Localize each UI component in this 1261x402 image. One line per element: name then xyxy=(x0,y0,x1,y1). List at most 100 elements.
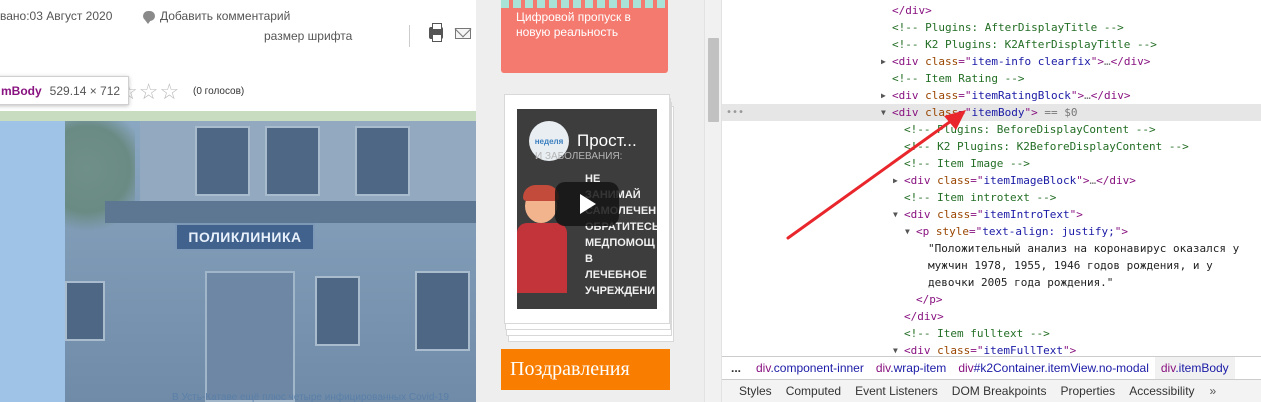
expand-toggle-icon[interactable]: ▶ xyxy=(881,53,891,70)
dom-node[interactable]: <!-- Item introtext --> xyxy=(722,189,1261,206)
node-selected-marker: == $0 xyxy=(1037,106,1078,119)
node-punct: "> xyxy=(1024,106,1038,119)
node-comment: <!-- Item fulltext --> xyxy=(904,327,1050,340)
play-icon[interactable] xyxy=(555,182,619,226)
node-markup: девочки 2005 года рождения." xyxy=(928,274,1113,291)
node-attr-value: itemBody xyxy=(971,106,1025,119)
dom-node[interactable]: <!-- K2 Plugins: K2AfterDisplayTitle --> xyxy=(722,36,1261,53)
dom-node[interactable]: девочки 2005 года рождения." xyxy=(722,274,1261,291)
video-card[interactable]: неделя Прост... И ЗАБОЛЕВАНИЯ: НЕ ЗАНИМА… xyxy=(504,94,670,324)
node-attr-value: text-align: justify; xyxy=(982,225,1115,238)
node-markup: </p> xyxy=(916,291,943,308)
expand-toggle-icon[interactable]: ▶ xyxy=(893,172,903,189)
node-punct: =" xyxy=(958,55,972,68)
scrollbar-thumb[interactable] xyxy=(708,38,719,122)
node-collapsed: … xyxy=(1084,89,1091,102)
congratulations-heading[interactable]: Поздравления xyxy=(501,349,670,390)
article-panel: вано:03 Август 2020 Добавить комментарий… xyxy=(0,0,476,402)
email-icon[interactable] xyxy=(455,28,471,39)
expand-toggle-icon[interactable]: ▼ xyxy=(905,223,915,240)
dom-node[interactable]: <!-- Plugins: BeforeDisplayContent --> xyxy=(722,121,1261,138)
dom-node[interactable]: ▼ <div class="itemFullText"> xyxy=(722,342,1261,356)
tab-event-listeners[interactable]: Event Listeners xyxy=(848,380,945,402)
dom-node[interactable]: <!-- K2 Plugins: K2BeforeDisplayContent … xyxy=(722,138,1261,155)
padding-highlight xyxy=(0,111,476,121)
node-markup: </div> xyxy=(904,308,944,325)
dom-node[interactable]: ▼ <div class="itemIntroText"> xyxy=(722,206,1261,223)
node-punct: =" xyxy=(970,174,984,187)
node-text: "Положительный анализ на коронавирус ока… xyxy=(928,242,1240,255)
building-canopy xyxy=(105,201,476,223)
promo-banner[interactable]: Цифровой пропуск в новую реальность xyxy=(501,0,668,73)
dom-node[interactable]: ▼ <p style="text-align: justify;"> xyxy=(722,223,1261,240)
dom-node[interactable]: мужчин 1978, 1955, 1946 годов рождения, … xyxy=(722,257,1261,274)
breadcrumb-item[interactable]: div.wrap-item xyxy=(870,357,952,379)
node-attr-value: itemImageBlock xyxy=(983,174,1077,187)
dom-node[interactable]: <!-- Item fulltext --> xyxy=(722,325,1261,342)
breadcrumb-tag: div xyxy=(958,360,974,375)
font-size-control[interactable]: размер шрифта xyxy=(264,29,352,43)
node-markup: <div class="itemIntroText"> xyxy=(904,206,1083,223)
tab-accessibility[interactable]: Accessibility xyxy=(1122,380,1201,402)
page-scrollbar[interactable] xyxy=(704,0,722,402)
star-icon[interactable]: ☆ xyxy=(159,81,179,103)
node-tag: <p xyxy=(916,225,936,238)
node-markup: мужчин 1978, 1955, 1946 годов рождения, … xyxy=(928,257,1213,274)
node-attr-value: itemFullText xyxy=(983,344,1063,356)
node-punct: "> xyxy=(1114,225,1128,238)
node-punct: =" xyxy=(970,208,984,221)
node-comment: <!-- Item introtext --> xyxy=(904,191,1057,204)
breadcrumb-item[interactable]: div.component-inner xyxy=(750,357,870,379)
node-markup: <!-- Item introtext --> xyxy=(904,189,1056,206)
add-comment-link[interactable]: Добавить комментарий xyxy=(143,9,291,24)
node-punct: "> xyxy=(1069,208,1083,221)
tab-dom-breakpoints[interactable]: DOM Breakpoints xyxy=(945,380,1054,402)
star-icon[interactable]: ☆ xyxy=(139,81,159,103)
dom-node[interactable]: <!-- Item Image --> xyxy=(722,155,1261,172)
comment-icon xyxy=(143,11,155,24)
breadcrumb-selector: .component-inner xyxy=(770,360,864,375)
breadcrumb-more[interactable]: ... xyxy=(722,361,750,375)
expand-toggle-icon[interactable]: ▶ xyxy=(881,87,891,104)
building-window xyxy=(315,276,360,346)
dom-node[interactable]: </div> xyxy=(722,308,1261,325)
node-close-tag: </div> xyxy=(1096,174,1136,187)
tab-properties[interactable]: Properties xyxy=(1053,380,1122,402)
node-comment: <!-- Plugins: BeforeDisplayContent --> xyxy=(904,123,1156,136)
node-menu-icon: ••• xyxy=(726,107,745,118)
expand-toggle-icon[interactable]: ▼ xyxy=(893,206,903,223)
breadcrumb-tag: div xyxy=(756,360,771,375)
breadcrumb-item-active[interactable]: div.itemBody xyxy=(1154,356,1235,379)
breadcrumb-tag: div xyxy=(1160,360,1176,375)
expand-toggle-icon[interactable]: ▼ xyxy=(893,342,903,356)
print-icon[interactable] xyxy=(429,23,443,42)
tab-styles[interactable]: Styles xyxy=(732,380,779,402)
video-thumbnail[interactable]: неделя Прост... И ЗАБОЛЕВАНИЯ: НЕ ЗАНИМА… xyxy=(517,109,657,309)
building-window xyxy=(415,271,470,351)
dom-node[interactable]: ▶ <div class="itemImageBlock">…</div> xyxy=(722,172,1261,189)
dom-tree[interactable]: </div> <!-- Plugins: AfterDisplayTitle --… xyxy=(722,0,1261,356)
dom-node[interactable]: </p> xyxy=(722,291,1261,308)
node-collapsed: … xyxy=(1103,55,1111,68)
node-close-tag: </div> xyxy=(1090,89,1131,102)
more-tabs-icon[interactable]: » xyxy=(1202,384,1225,398)
dom-node[interactable]: ▶ <div class="item-info clearfix">…</div> xyxy=(722,53,1261,70)
node-markup: <!-- Item Rating --> xyxy=(892,70,1024,87)
dom-node[interactable]: ▶ <div class="itemRatingBlock">…</div> xyxy=(722,87,1261,104)
node-markup: <div class="itemRatingBlock">…</div> xyxy=(892,87,1130,104)
tab-computed[interactable]: Computed xyxy=(779,380,848,402)
node-punct: "> xyxy=(1090,55,1104,68)
dom-node-selected[interactable]: ••• ▼ <div class="itemBody"> == $0 xyxy=(722,104,1261,121)
node-markup: <div class="itemImageBlock">…</div> xyxy=(904,172,1136,189)
dom-node[interactable]: </div> xyxy=(722,2,1261,19)
node-punct: "> xyxy=(1062,344,1077,356)
clinic-sign: ПОЛИКЛИНИКА xyxy=(175,223,315,251)
expand-toggle-icon[interactable]: ▼ xyxy=(881,104,891,121)
add-comment-label: Добавить комментарий xyxy=(160,9,291,23)
node-text: девочки 2005 года рождения." xyxy=(928,276,1114,289)
node-attr-name: class xyxy=(937,208,971,221)
dom-node[interactable]: <!-- Plugins: AfterDisplayTitle --> xyxy=(722,19,1261,36)
dom-node[interactable]: "Положительный анализ на коронавирус ока… xyxy=(722,240,1261,257)
breadcrumb-item[interactable]: div#k2Container.itemView.no-modal xyxy=(952,357,1155,379)
dom-node[interactable]: <!-- Item Rating --> xyxy=(722,70,1261,87)
